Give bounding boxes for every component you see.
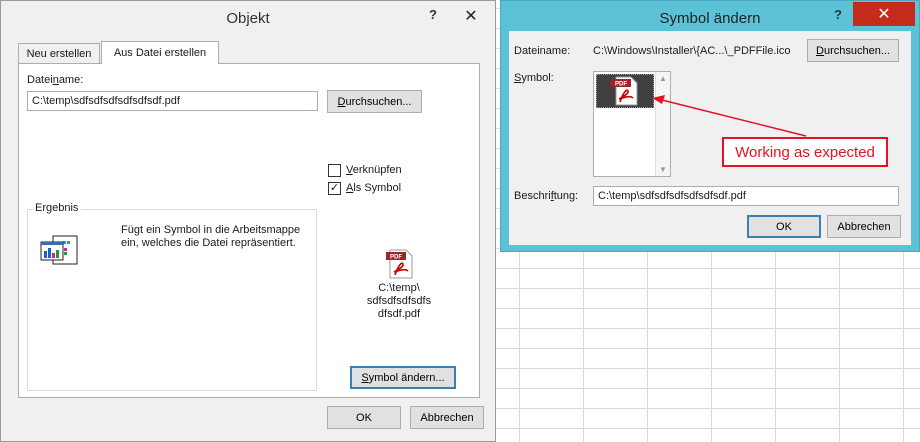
caption-input[interactable]: C:\temp\sdfsdfsdfsdfsdfsdf.pdf [593, 186, 899, 206]
symbol-label: Symbol: [514, 72, 554, 84]
icon-caption: C:\temp\ sdfsdfsdfsdfs dfsdf.pdf [366, 282, 432, 320]
svg-text:PDF: PDF [615, 82, 627, 88]
link-checkbox[interactable] [328, 164, 341, 177]
pdf-file-icon: PDF [385, 249, 415, 282]
symbol-icon-list[interactable]: PDF ▲ ▼ [593, 71, 671, 177]
embed-as-icon-icon [39, 234, 81, 271]
result-description: Fügt ein Symbol in die Arbeitsmappe ein,… [121, 224, 301, 249]
symbol-filename-value: C:\Windows\Installer\{AC...\_PDFFile.ico [593, 45, 791, 57]
caption-label: Beschriftung: [514, 190, 579, 202]
as-symbol-checkbox[interactable]: ✓ [328, 182, 341, 195]
filename-input[interactable]: C:\temp\sdfsdfsdfsdfsdfsdf.pdf [27, 91, 318, 111]
objekt-titlebar: Objekt ? ✕ [1, 1, 495, 35]
symbol-browse-button[interactable]: Durchsuchen... [807, 39, 899, 62]
objekt-dialog-title: Objekt [226, 10, 270, 27]
scroll-down-icon[interactable]: ▼ [659, 165, 667, 174]
link-checkbox-label: Verknüpfen [346, 164, 402, 176]
symbol-close-icon[interactable]: ✕ [853, 2, 915, 26]
objekt-close-icon[interactable]: ✕ [451, 4, 491, 28]
objekt-cancel-button[interactable]: Abbrechen [410, 406, 484, 429]
objekt-dialog: Objekt ? ✕ Neu erstellen Aus Datei erste… [0, 0, 496, 442]
objekt-ok-button[interactable]: OK [327, 406, 401, 429]
symbol-help-button[interactable]: ? [834, 7, 842, 22]
symbol-ok-button[interactable]: OK [747, 215, 821, 238]
icon-list-scrollbar[interactable]: ▲ ▼ [655, 72, 670, 176]
tab-panel-aus-datei: Dateiname: C:\temp\sdfsdfsdfsdfsdfsdf.pd… [18, 63, 480, 398]
browse-button[interactable]: Durchsuchen... [327, 90, 422, 113]
symbol-cancel-button[interactable]: Abbrechen [827, 215, 901, 238]
change-icon-button[interactable]: Symbol ändern... [350, 366, 456, 389]
tab-neu-erstellen[interactable]: Neu erstellen [18, 43, 100, 63]
svg-text:PDF: PDF [390, 255, 402, 261]
as-symbol-checkbox-label: Als Symbol [346, 182, 402, 194]
result-label: Ergebnis [32, 202, 82, 214]
annotation-callout: Working as expected [722, 137, 888, 167]
scroll-up-icon[interactable]: ▲ [659, 74, 667, 83]
symbol-filename-label: Dateiname: [514, 45, 571, 57]
objekt-help-button[interactable]: ? [429, 7, 437, 22]
result-groupbox: Ergebnis Fügt ein Symbol in die Arbeitsm… [27, 202, 317, 391]
tab-aus-datei-erstellen[interactable]: Aus Datei erstellen [101, 41, 219, 64]
symbol-dialog: Symbol ändern ? ✕ Dateiname: C:\Windows\… [500, 0, 920, 252]
selected-pdf-icon[interactable]: PDF [596, 74, 654, 108]
filename-label: Dateiname: [27, 74, 84, 86]
